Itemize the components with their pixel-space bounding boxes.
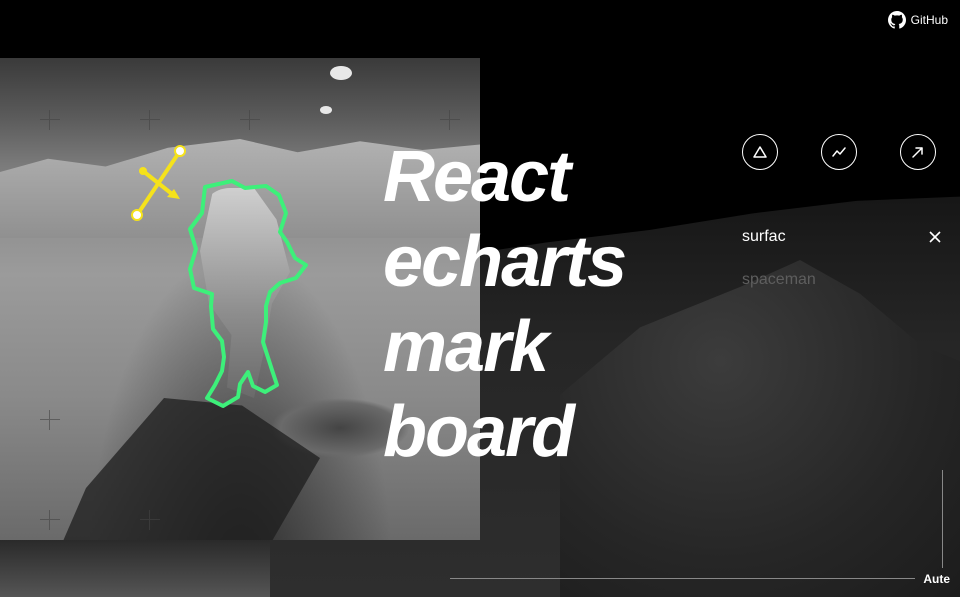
grid-cross-mark <box>40 510 60 530</box>
label-item-spaceman[interactable]: spaceman <box>742 269 942 291</box>
title-line: echarts <box>383 222 627 302</box>
grid-cross-mark <box>440 110 460 130</box>
label-text: surfac <box>742 228 786 245</box>
background-rock <box>0 540 270 597</box>
arrow-tool-button[interactable] <box>900 134 936 170</box>
mode-label[interactable]: Aute <box>923 572 950 586</box>
label-item-surfac[interactable]: surfac <box>742 226 942 248</box>
bottom-divider <box>450 578 915 579</box>
grid-cross-mark <box>40 410 60 430</box>
label-text: spaceman <box>742 271 816 288</box>
photo-earth <box>330 66 352 80</box>
title-line: board <box>383 392 575 472</box>
line-chart-icon <box>832 147 846 157</box>
github-label: GitHub <box>910 13 948 27</box>
arrow-up-right-icon <box>912 147 923 158</box>
photo-spot <box>320 106 332 114</box>
page-title: React echarts mark board <box>383 135 703 475</box>
tool-bar <box>742 134 936 170</box>
triangle-icon <box>753 146 767 158</box>
title-line: React <box>383 137 571 217</box>
vertical-divider <box>942 470 943 568</box>
close-icon[interactable] <box>928 230 942 244</box>
grid-cross-mark <box>140 110 160 130</box>
github-link[interactable]: GitHub <box>887 10 948 30</box>
polyline-tool-button[interactable] <box>821 134 857 170</box>
label-list: surfac spaceman <box>742 226 942 312</box>
polygon-tool-button[interactable] <box>742 134 778 170</box>
github-icon <box>887 11 906 29</box>
photo-astronaut <box>200 188 290 398</box>
grid-cross-mark <box>140 510 160 530</box>
grid-cross-mark <box>40 110 60 130</box>
grid-cross-mark <box>240 110 260 130</box>
title-line: mark <box>383 307 549 387</box>
